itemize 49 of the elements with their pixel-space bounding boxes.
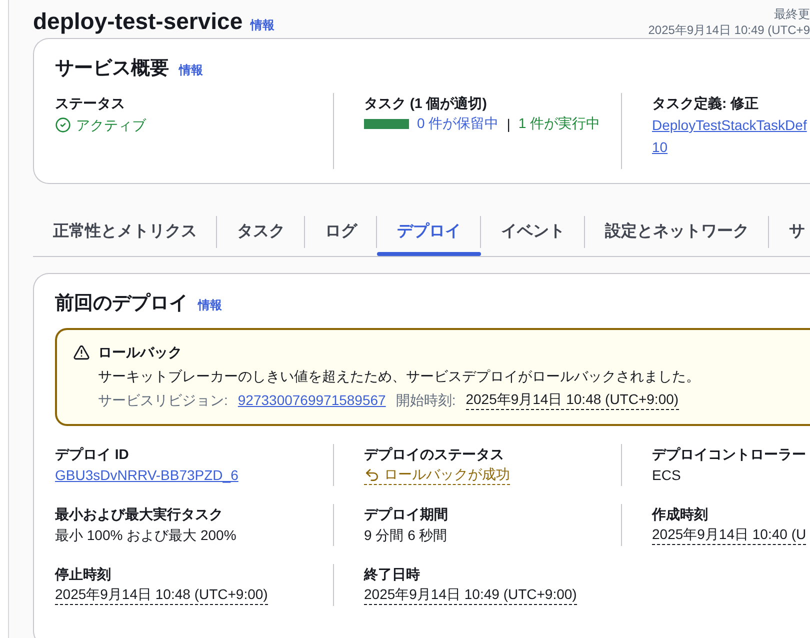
- info-link[interactable]: 情報: [198, 297, 222, 314]
- info-link[interactable]: 情報: [179, 62, 203, 79]
- field-value: 最小 100% および最大 200%: [55, 526, 238, 545]
- field-label: デプロイコントローラー: [652, 445, 807, 464]
- tab[interactable]: 設定とネットワーク: [585, 216, 769, 256]
- field-label: 作成時刻: [652, 505, 709, 524]
- alert-title: ロールバック: [98, 343, 183, 362]
- tab[interactable]: デプロイ: [377, 216, 481, 256]
- field-label: ステータス: [55, 94, 126, 113]
- field-label: デプロイのステータス: [364, 445, 505, 464]
- separator-text: |: [506, 116, 510, 132]
- tab[interactable]: イベント: [481, 216, 585, 256]
- field-value: ECS: [652, 466, 682, 485]
- tab[interactable]: 正常性とメトリクス: [33, 216, 217, 256]
- field-label: 終了日時: [364, 565, 421, 584]
- timestamp: 2025年9月14日 10:48 (UTC+9:00): [55, 585, 268, 605]
- alert-message: サーキットブレーカーのしきい値を超えたため、サービスデプロイがロールバックされました。: [98, 367, 700, 386]
- start-time-label: 開始時刻:: [396, 391, 456, 410]
- task-definition-link[interactable]: DeployTestStackTaskDef: [652, 115, 807, 135]
- tab[interactable]: サ: [769, 216, 810, 256]
- running-tasks-text: 1 件が実行中: [518, 115, 600, 133]
- undo-icon: [364, 466, 380, 482]
- field-label: 停止時刻: [55, 565, 112, 584]
- field-label: デプロイ ID: [55, 445, 130, 464]
- warning-icon: [73, 344, 90, 361]
- info-link[interactable]: 情報: [250, 17, 275, 34]
- status-value: アクティブ: [55, 115, 333, 135]
- revision-label: サービスリビジョン:: [98, 391, 228, 410]
- field-value: 9 分間 6 秒間: [364, 526, 448, 545]
- timestamp: 2025年9月14日 10:49 (UTC+9:00): [364, 585, 577, 605]
- field-label: 最小および最大実行タスク: [55, 505, 224, 524]
- check-circle-icon: [55, 117, 71, 133]
- deployment-id-link[interactable]: GBU3sDvNRRV-BB73PZD_6: [55, 465, 238, 485]
- field-label: タスク (1 個が適切): [364, 94, 488, 113]
- field-label: デプロイ期間: [364, 505, 449, 524]
- tab[interactable]: ログ: [305, 216, 377, 256]
- section-title: 前回のデプロイ: [55, 292, 188, 316]
- section-title: サービス概要: [55, 57, 169, 81]
- timestamp: 2025年9月14日 10:40 (U: [652, 525, 806, 545]
- page-title: deploy-test-service: [33, 8, 243, 35]
- deployment-status: ロールバックが成功: [364, 465, 510, 485]
- tab[interactable]: タスク: [217, 216, 305, 256]
- last-updated-label: 最終更: [774, 6, 810, 22]
- pending-tasks-link[interactable]: 0 件が保留中: [417, 115, 499, 133]
- start-time: 2025年9月14日 10:48 (UTC+9:00): [466, 390, 679, 410]
- field-label: タスク定義: 修正: [652, 94, 760, 113]
- revision-link[interactable]: 10: [652, 137, 668, 157]
- last-updated-time: 2025年9月14日 10:49 (UTC+9: [648, 22, 810, 38]
- revision-link[interactable]: 9273300769971589567: [238, 390, 386, 410]
